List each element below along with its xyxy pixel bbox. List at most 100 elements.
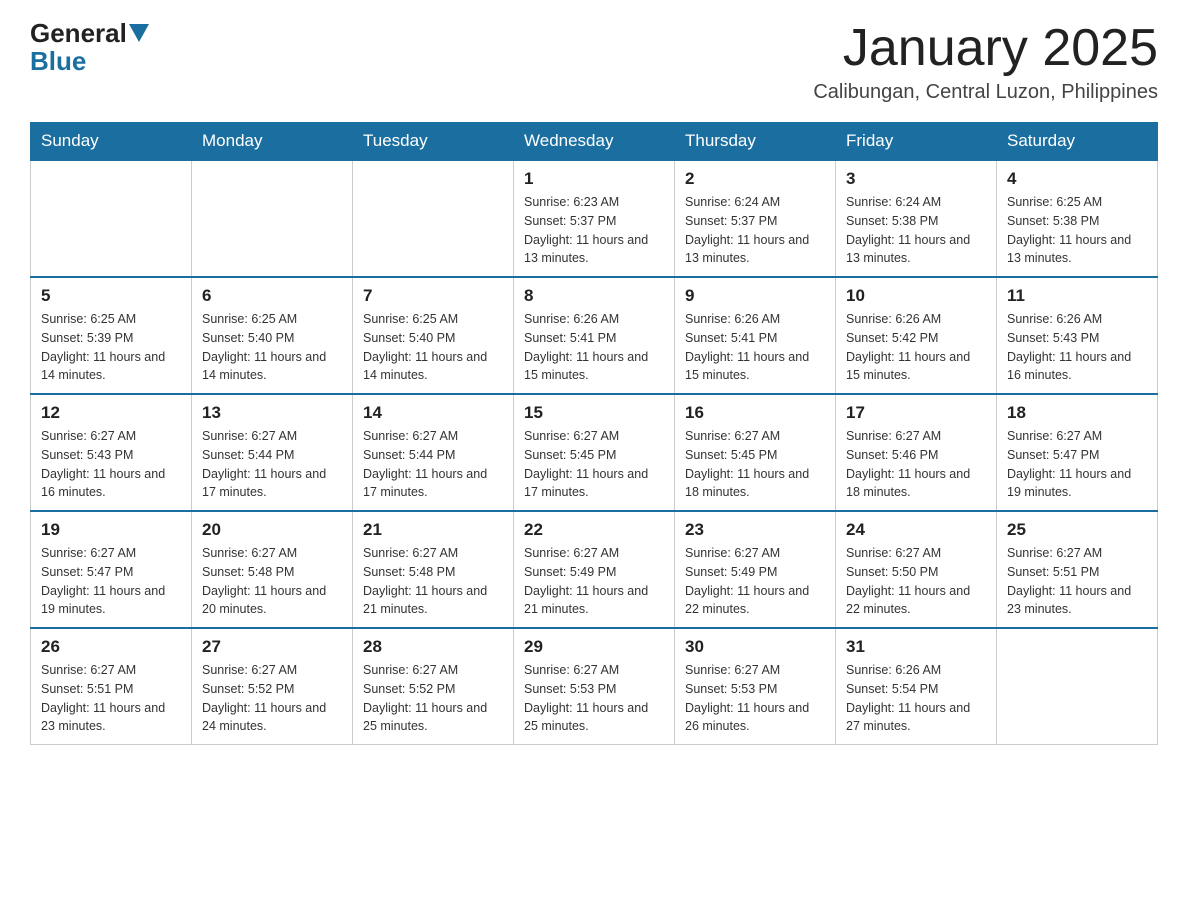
day-number: 29	[524, 637, 664, 657]
day-info: Sunrise: 6:24 AMSunset: 5:37 PMDaylight:…	[685, 193, 825, 268]
day-info: Sunrise: 6:26 AMSunset: 5:42 PMDaylight:…	[846, 310, 986, 385]
header-saturday: Saturday	[997, 123, 1158, 161]
header-thursday: Thursday	[675, 123, 836, 161]
day-number: 16	[685, 403, 825, 423]
calendar-cell: 27 Sunrise: 6:27 AMSunset: 5:52 PMDayligh…	[192, 628, 353, 745]
day-number: 24	[846, 520, 986, 540]
calendar-cell: 9 Sunrise: 6:26 AMSunset: 5:41 PMDaylight…	[675, 277, 836, 394]
day-info: Sunrise: 6:27 AMSunset: 5:52 PMDaylight:…	[202, 661, 342, 736]
main-title: January 2025	[813, 20, 1158, 77]
calendar-cell: 23 Sunrise: 6:27 AMSunset: 5:49 PMDayligh…	[675, 511, 836, 628]
calendar-cell: 20Sunrise: 6:27 AMSunset: 5:48 PMDayligh…	[192, 511, 353, 628]
day-info: Sunrise: 6:26 AMSunset: 5:41 PMDaylight:…	[685, 310, 825, 385]
week-row-5: 26Sunrise: 6:27 AMSunset: 5:51 PMDayligh…	[31, 628, 1158, 745]
day-number: 17	[846, 403, 986, 423]
header-wednesday: Wednesday	[514, 123, 675, 161]
calendar-cell: 10Sunrise: 6:26 AMSunset: 5:42 PMDayligh…	[836, 277, 997, 394]
calendar-cell	[353, 160, 514, 277]
day-info: Sunrise: 6:27 AMSunset: 5:51 PMDaylight:…	[1007, 544, 1147, 619]
day-number: 23	[685, 520, 825, 540]
week-row-2: 5Sunrise: 6:25 AMSunset: 5:39 PMDaylight…	[31, 277, 1158, 394]
day-info: Sunrise: 6:25 AMSunset: 5:38 PMDaylight:…	[1007, 193, 1147, 268]
day-info: Sunrise: 6:27 AMSunset: 5:49 PMDaylight:…	[685, 544, 825, 619]
calendar-cell: 30 Sunrise: 6:27 AMSunset: 5:53 PMDayligh…	[675, 628, 836, 745]
title-block: January 2025 Calibungan, Central Luzon, …	[813, 20, 1158, 104]
day-number: 1	[524, 169, 664, 189]
day-info: Sunrise: 6:27 AMSunset: 5:47 PMDaylight:…	[41, 544, 181, 619]
logo-blue-text: Blue	[30, 46, 86, 77]
calendar-cell: 31 Sunrise: 6:26 AMSunset: 5:54 PMDayligh…	[836, 628, 997, 745]
logo-triangle-icon	[129, 24, 149, 42]
day-info: Sunrise: 6:27 AMSunset: 5:53 PMDaylight:…	[524, 661, 664, 736]
day-number: 8	[524, 286, 664, 306]
calendar-table: SundayMondayTuesdayWednesdayThursdayFrid…	[30, 122, 1158, 745]
day-info: Sunrise: 6:27 AMSunset: 5:53 PMDaylight:…	[685, 661, 825, 736]
calendar-cell: 19 Sunrise: 6:27 AMSunset: 5:47 PMDayligh…	[31, 511, 192, 628]
calendar-cell: 3 Sunrise: 6:24 AMSunset: 5:38 PMDaylight…	[836, 160, 997, 277]
calendar-cell: 8 Sunrise: 6:26 AMSunset: 5:41 PMDaylight…	[514, 277, 675, 394]
day-number: 22	[524, 520, 664, 540]
logo: General Blue	[30, 20, 151, 77]
calendar-cell	[997, 628, 1158, 745]
day-number: 11	[1007, 286, 1147, 306]
day-number: 2	[685, 169, 825, 189]
day-number: 31	[846, 637, 986, 657]
calendar-cell: 4Sunrise: 6:25 AMSunset: 5:38 PMDaylight…	[997, 160, 1158, 277]
day-number: 25	[1007, 520, 1147, 540]
calendar-cell: 22 Sunrise: 6:27 AMSunset: 5:49 PMDayligh…	[514, 511, 675, 628]
calendar-cell: 11 Sunrise: 6:26 AMSunset: 5:43 PMDayligh…	[997, 277, 1158, 394]
day-number: 14	[363, 403, 503, 423]
calendar-cell: 17 Sunrise: 6:27 AMSunset: 5:46 PMDayligh…	[836, 394, 997, 511]
day-info: Sunrise: 6:27 AMSunset: 5:43 PMDaylight:…	[41, 427, 181, 502]
day-number: 9	[685, 286, 825, 306]
calendar-cell: 21Sunrise: 6:27 AMSunset: 5:48 PMDayligh…	[353, 511, 514, 628]
day-number: 30	[685, 637, 825, 657]
day-info: Sunrise: 6:23 AMSunset: 5:37 PMDaylight:…	[524, 193, 664, 268]
calendar-cell: 28Sunrise: 6:27 AMSunset: 5:52 PMDayligh…	[353, 628, 514, 745]
day-info: Sunrise: 6:27 AMSunset: 5:50 PMDaylight:…	[846, 544, 986, 619]
day-info: Sunrise: 6:27 AMSunset: 5:45 PMDaylight:…	[524, 427, 664, 502]
calendar-cell: 15Sunrise: 6:27 AMSunset: 5:45 PMDayligh…	[514, 394, 675, 511]
calendar-cell: 7 Sunrise: 6:25 AMSunset: 5:40 PMDaylight…	[353, 277, 514, 394]
day-number: 20	[202, 520, 342, 540]
day-number: 27	[202, 637, 342, 657]
calendar-cell: 14 Sunrise: 6:27 AMSunset: 5:44 PMDayligh…	[353, 394, 514, 511]
day-info: Sunrise: 6:27 AMSunset: 5:48 PMDaylight:…	[363, 544, 503, 619]
day-number: 18	[1007, 403, 1147, 423]
header-friday: Friday	[836, 123, 997, 161]
week-row-4: 19 Sunrise: 6:27 AMSunset: 5:47 PMDayligh…	[31, 511, 1158, 628]
day-info: Sunrise: 6:27 AMSunset: 5:44 PMDaylight:…	[363, 427, 503, 502]
day-info: Sunrise: 6:25 AMSunset: 5:40 PMDaylight:…	[363, 310, 503, 385]
day-info: Sunrise: 6:26 AMSunset: 5:41 PMDaylight:…	[524, 310, 664, 385]
calendar-cell	[192, 160, 353, 277]
subtitle: Calibungan, Central Luzon, Philippines	[813, 81, 1158, 104]
day-number: 7	[363, 286, 503, 306]
day-number: 3	[846, 169, 986, 189]
calendar-cell: 13Sunrise: 6:27 AMSunset: 5:44 PMDayligh…	[192, 394, 353, 511]
calendar-cell: 18 Sunrise: 6:27 AMSunset: 5:47 PMDayligh…	[997, 394, 1158, 511]
day-info: Sunrise: 6:26 AMSunset: 5:43 PMDaylight:…	[1007, 310, 1147, 385]
calendar-cell: 25 Sunrise: 6:27 AMSunset: 5:51 PMDayligh…	[997, 511, 1158, 628]
header-monday: Monday	[192, 123, 353, 161]
day-number: 26	[41, 637, 181, 657]
day-info: Sunrise: 6:25 AMSunset: 5:39 PMDaylight:…	[41, 310, 181, 385]
day-info: Sunrise: 6:27 AMSunset: 5:47 PMDaylight:…	[1007, 427, 1147, 502]
day-number: 19	[41, 520, 181, 540]
day-number: 6	[202, 286, 342, 306]
calendar-cell: 2 Sunrise: 6:24 AMSunset: 5:37 PMDaylight…	[675, 160, 836, 277]
day-number: 28	[363, 637, 503, 657]
day-info: Sunrise: 6:27 AMSunset: 5:49 PMDaylight:…	[524, 544, 664, 619]
day-info: Sunrise: 6:25 AMSunset: 5:40 PMDaylight:…	[202, 310, 342, 385]
calendar-cell: 16 Sunrise: 6:27 AMSunset: 5:45 PMDayligh…	[675, 394, 836, 511]
header-sunday: Sunday	[31, 123, 192, 161]
calendar-cell: 1 Sunrise: 6:23 AMSunset: 5:37 PMDaylight…	[514, 160, 675, 277]
calendar-cell: 12 Sunrise: 6:27 AMSunset: 5:43 PMDayligh…	[31, 394, 192, 511]
day-info: Sunrise: 6:27 AMSunset: 5:44 PMDaylight:…	[202, 427, 342, 502]
week-row-3: 12 Sunrise: 6:27 AMSunset: 5:43 PMDayligh…	[31, 394, 1158, 511]
header-row: SundayMondayTuesdayWednesdayThursdayFrid…	[31, 123, 1158, 161]
day-info: Sunrise: 6:27 AMSunset: 5:45 PMDaylight:…	[685, 427, 825, 502]
day-info: Sunrise: 6:26 AMSunset: 5:54 PMDaylight:…	[846, 661, 986, 736]
day-info: Sunrise: 6:24 AMSunset: 5:38 PMDaylight:…	[846, 193, 986, 268]
day-info: Sunrise: 6:27 AMSunset: 5:46 PMDaylight:…	[846, 427, 986, 502]
day-number: 12	[41, 403, 181, 423]
